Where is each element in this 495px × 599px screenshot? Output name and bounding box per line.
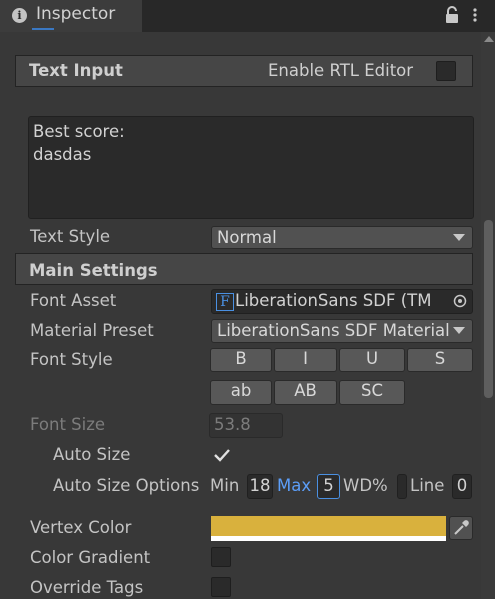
font-size-label: Font Size	[30, 415, 106, 434]
min-field[interactable]: 18	[247, 474, 273, 499]
font-style-bold-button[interactable]: B	[210, 348, 272, 372]
font-style-strikethrough-button[interactable]: S	[407, 348, 473, 372]
enable-rtl-label: Enable RTL Editor	[268, 61, 414, 80]
text-style-value: Normal	[217, 228, 277, 247]
wd-field[interactable]	[397, 474, 407, 499]
object-picker-icon[interactable]	[450, 289, 473, 314]
text-line-1: Best score:	[33, 122, 125, 141]
font-style-underline-button[interactable]: U	[339, 348, 405, 372]
vertex-color-swatch	[211, 516, 446, 536]
tab-active-underline	[32, 28, 54, 30]
auto-size-label: Auto Size	[53, 445, 131, 464]
eyedropper-button[interactable]	[449, 516, 473, 540]
wd-label: WD%	[343, 476, 388, 495]
text-line-2: dasdas	[33, 145, 92, 164]
text-input-area[interactable]: Best score: dasdas	[28, 116, 474, 219]
font-asset-label: Font Asset	[30, 291, 117, 310]
font-asset-icon: F	[216, 293, 234, 311]
font-style-smallcaps-button[interactable]: SC	[339, 380, 405, 405]
scrollbar-thumb[interactable]	[484, 220, 493, 398]
kebab-menu-icon[interactable]	[470, 6, 480, 24]
font-style-label: Font Style	[30, 350, 113, 369]
enable-rtl-checkbox[interactable]	[436, 61, 456, 81]
lock-icon[interactable]	[444, 6, 460, 24]
text-style-dropdown[interactable]: Normal	[211, 226, 473, 249]
font-style-lowercase-button[interactable]: ab	[210, 380, 272, 405]
scroll-up-arrow-icon[interactable]	[484, 36, 494, 42]
max-field[interactable]: 5	[317, 474, 340, 499]
font-style-italic-button[interactable]: I	[274, 348, 337, 372]
chevron-down-icon	[453, 327, 465, 334]
line-field[interactable]: 0	[452, 474, 472, 499]
info-icon: i	[12, 8, 27, 23]
line-label: Line	[410, 476, 445, 495]
text-input-title: Text Input	[29, 61, 123, 80]
chevron-down-icon	[453, 234, 465, 241]
font-size-field: 53.8	[209, 413, 283, 438]
auto-size-options-label: Auto Size Options	[53, 476, 200, 495]
vertex-color-field[interactable]	[211, 516, 446, 541]
text-style-label: Text Style	[30, 227, 111, 246]
min-label: Min	[210, 476, 240, 495]
max-label: Max	[277, 476, 312, 495]
override-tags-label: Override Tags	[30, 578, 144, 597]
main-settings-title: Main Settings	[29, 261, 158, 280]
font-style-uppercase-button[interactable]: AB	[274, 380, 337, 405]
override-tags-checkbox[interactable]	[211, 577, 231, 597]
eyedropper-icon	[454, 520, 469, 535]
color-gradient-checkbox[interactable]	[211, 547, 231, 567]
material-preset-dropdown[interactable]: LiberationSans SDF Material	[211, 319, 473, 343]
auto-size-checkbox[interactable]	[211, 444, 233, 466]
color-gradient-label: Color Gradient	[30, 548, 151, 567]
font-asset-value: LiberationSans SDF (TM	[235, 291, 432, 310]
tab-title: Inspector	[36, 4, 116, 24]
vertex-color-label: Vertex Color	[30, 518, 132, 537]
material-preset-value: LiberationSans SDF Material	[217, 321, 450, 340]
material-preset-label: Material Preset	[30, 321, 154, 340]
checkmark-icon	[214, 449, 230, 462]
